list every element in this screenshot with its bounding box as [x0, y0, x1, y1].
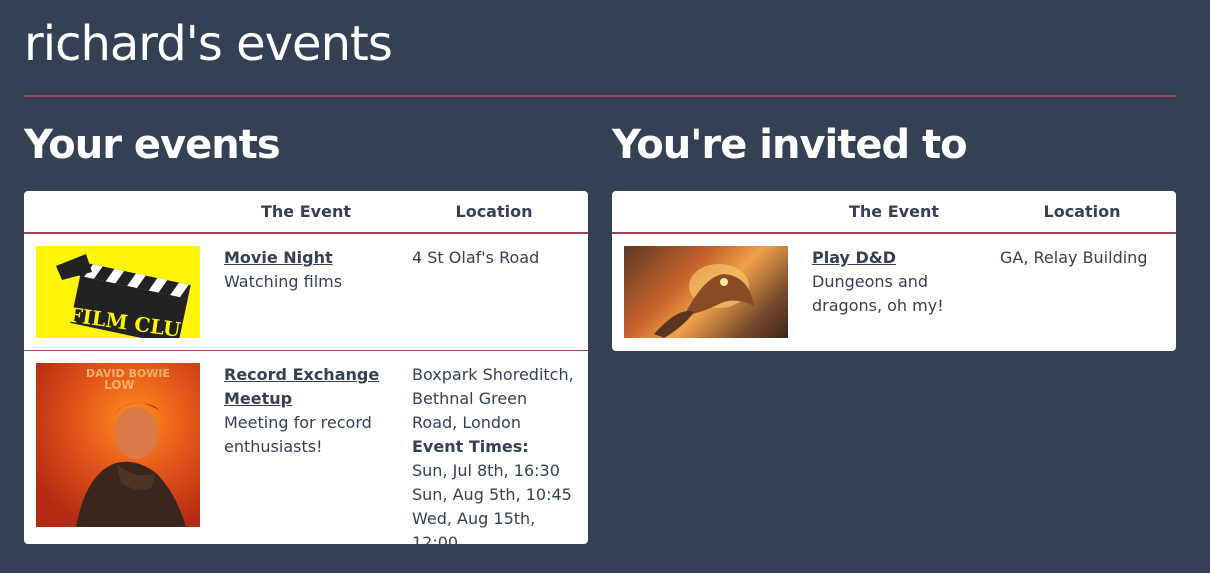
event-link-play-dnd[interactable]: Play D&D — [812, 248, 896, 267]
event-location: Boxpark Shoreditch, Bethnal Green Road, … — [412, 365, 574, 432]
event-time: Sun, Jul 8th, 16:30 — [412, 461, 560, 480]
image-cell: FILM CLUB — [36, 246, 224, 338]
table-header: The Event Location — [24, 191, 588, 234]
location-cell: 4 St Olaf's Road — [412, 246, 576, 338]
location-cell: Boxpark Shoreditch, Bethnal Green Road, … — [412, 363, 576, 544]
table-header: The Event Location — [612, 191, 1176, 234]
site-title: richard's events — [24, 16, 393, 72]
event-description: Watching films — [224, 272, 343, 291]
location-cell: GA, Relay Building — [1000, 246, 1164, 338]
event-link-movie-night[interactable]: Movie Night — [224, 248, 333, 267]
event-cell: Record Exchange Meetup Meeting for recor… — [224, 363, 412, 544]
event-cell: Play D&D Dungeons and dragons, oh my! — [812, 246, 1000, 338]
movie-night-image: FILM CLUB — [36, 246, 200, 338]
header-divider — [24, 95, 1176, 97]
header-event: The Event — [261, 202, 351, 221]
event-times-label: Event Times: — [412, 437, 529, 456]
page: richard's events Your events You're invi… — [0, 0, 1210, 573]
your-events-heading: Your events — [24, 122, 281, 168]
invited-events-table: The Event Location Play D&D Dungeons and… — [612, 191, 1176, 351]
event-time: Sun, Aug 5th, 10:45 — [412, 485, 572, 504]
event-link-record-exchange[interactable]: Record Exchange Meetup — [224, 365, 379, 408]
event-description: Dungeons and dragons, oh my! — [812, 272, 944, 315]
table-row: DAVID BOWIE LOW Record Exchange Meetup M… — [24, 350, 588, 544]
header-event: The Event — [849, 202, 939, 221]
table-row: Play D&D Dungeons and dragons, oh my! GA… — [612, 234, 1176, 350]
image-cell — [624, 246, 812, 338]
dnd-dragon-image — [624, 246, 788, 338]
event-location: GA, Relay Building — [1000, 248, 1148, 267]
event-description: Meeting for record enthusiasts! — [224, 413, 372, 456]
event-location: 4 St Olaf's Road — [412, 248, 540, 267]
invited-heading: You're invited to — [612, 122, 968, 168]
record-exchange-image: DAVID BOWIE LOW — [36, 363, 200, 527]
your-events-table: The Event Location FILM CLUB Movie Night… — [24, 191, 588, 544]
header-location: Location — [455, 202, 533, 221]
header-location: Location — [1043, 202, 1121, 221]
svg-text:LOW: LOW — [104, 378, 135, 392]
table-row: FILM CLUB Movie Night Watching films 4 S… — [24, 234, 588, 350]
event-cell: Movie Night Watching films — [224, 246, 412, 338]
event-time: Wed, Aug 15th, 12:00 — [412, 509, 536, 544]
image-cell: DAVID BOWIE LOW — [36, 363, 224, 544]
